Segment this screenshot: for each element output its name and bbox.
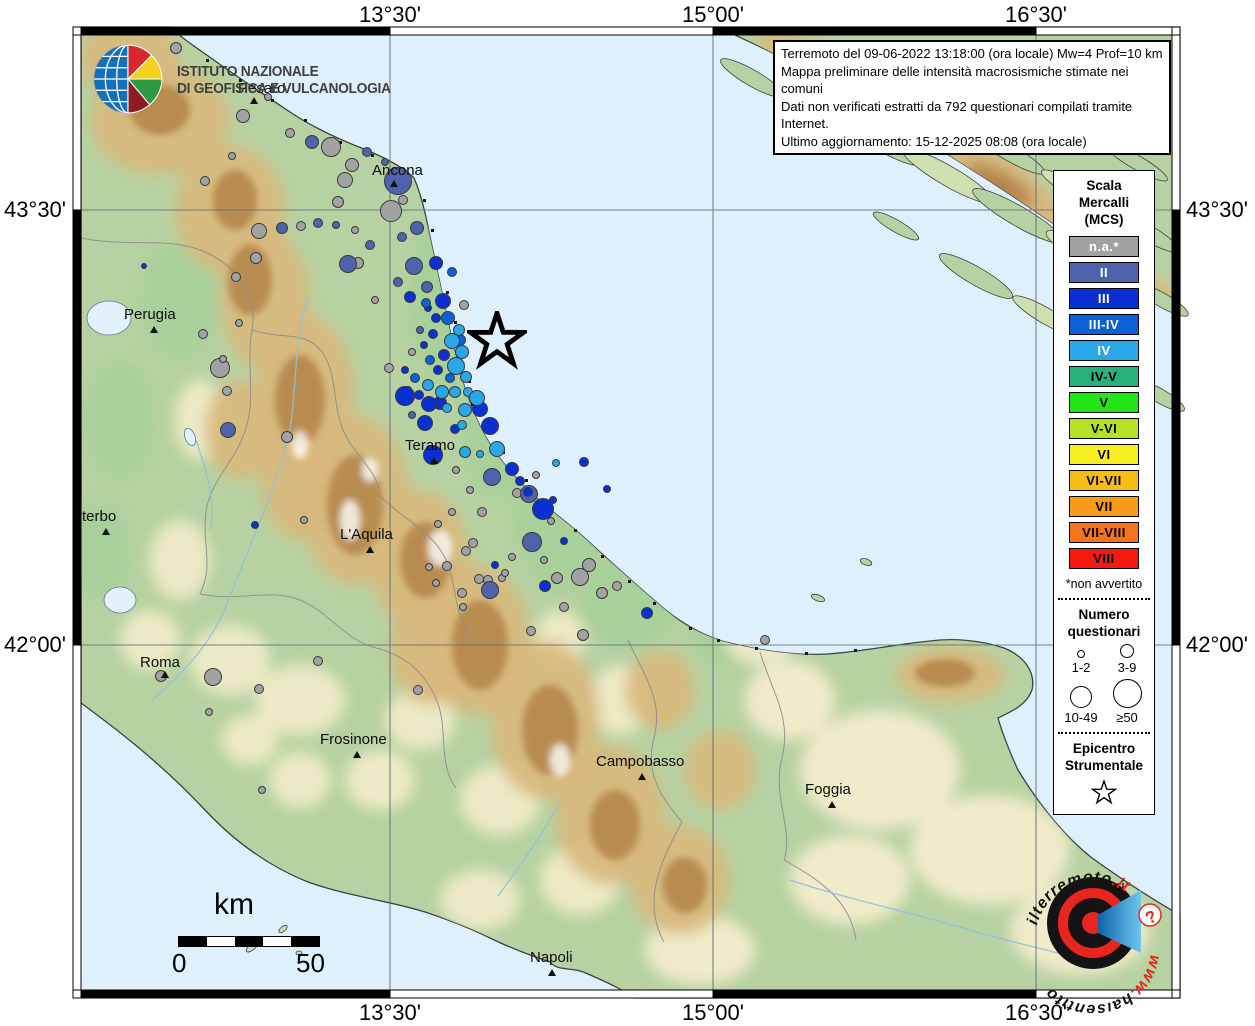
axis-label-right: 42°00' — [1186, 632, 1248, 658]
event-info-line: Mappa preliminare delle intensità macros… — [781, 63, 1163, 98]
legend-class-n-a--: n.a.* — [1069, 236, 1139, 257]
city-marker — [548, 969, 556, 976]
haisentitoilterremoto-logo: ? ilterremoto.it www.haisentito — [1018, 845, 1180, 1013]
legend-size-item: 3-9 — [1105, 644, 1149, 675]
city-label-napoli: Napoli — [530, 949, 573, 966]
city-marker — [638, 773, 646, 780]
city-marker — [366, 546, 374, 553]
axis-label-top: 15°00' — [682, 2, 744, 28]
city-marker — [250, 97, 258, 104]
legend-class-iii: III — [1069, 288, 1139, 309]
scale-bar-segments — [178, 936, 320, 947]
legend-class-vi: VI — [1069, 444, 1139, 465]
legend-epicenter-title: EpicentroStrumentale — [1065, 740, 1143, 774]
legend-size-scale: 1-2 3-9 10-49 ≥50 — [1059, 644, 1149, 725]
scale-bar-end: 50 — [296, 948, 325, 979]
axis-label-top: 13°30' — [359, 2, 421, 28]
legend-class-v: V — [1069, 392, 1139, 413]
legend-class-iii-iv: III-IV — [1069, 314, 1139, 335]
legend-size-label: ≥50 — [1116, 710, 1138, 725]
legend-size-circle — [1113, 679, 1142, 708]
legend-title-line: (MCS) — [1079, 211, 1129, 228]
wm-bottom-red: www. — [1126, 953, 1163, 1002]
legend-divider — [1058, 598, 1150, 600]
legend-class-iv-v: IV-V — [1069, 366, 1139, 387]
legend-class-v-vi: V-VI — [1069, 418, 1139, 439]
legend-questionnaire-title-line: questionari — [1068, 623, 1141, 640]
ingv-line1: ISTITUTO NAZIONALE — [177, 64, 391, 81]
event-info-box: Terremoto del 09-06-2022 13:18:00 (ora l… — [773, 40, 1171, 155]
legend-size-label: 3-9 — [1118, 660, 1137, 675]
legend-class-iv: IV — [1069, 340, 1139, 361]
legend-epicenter-star-icon — [1091, 780, 1117, 806]
ingv-line2: DI GEOFISICA E VULCANOLOGIA — [177, 81, 391, 98]
event-info-line: Terremoto del 09-06-2022 13:18:00 (ora l… — [781, 45, 1163, 63]
axis-label-left: 42°00' — [0, 632, 66, 658]
scale-bar-start: 0 — [172, 948, 186, 979]
legend-size-item: 10-49 — [1059, 679, 1103, 725]
legend-questionnaire-title: Numeroquestionari — [1068, 606, 1141, 640]
city-marker — [150, 326, 158, 333]
legend-class-viii: VIII — [1069, 548, 1139, 569]
legend-title: ScalaMercalli(MCS) — [1079, 177, 1129, 228]
legend-size-circle — [1120, 644, 1134, 658]
wm-bottom-black: haisentito — [1042, 984, 1136, 1013]
city-marker — [161, 671, 169, 678]
legend-size-item: ≥50 — [1105, 679, 1149, 725]
city-label-laquila: L'Aquila — [340, 526, 393, 543]
axis-label-bottom: 13°30' — [359, 1000, 421, 1026]
axis-label-top: 16°30' — [1005, 2, 1067, 28]
legend-class-vii: VII — [1069, 496, 1139, 517]
legend-title-line: Mercalli — [1079, 194, 1129, 211]
city-marker — [390, 180, 398, 187]
legend-epicenter-title-line: Strumentale — [1065, 757, 1143, 774]
axis-label-right: 43°30' — [1186, 197, 1248, 223]
legend-divider-2 — [1058, 732, 1150, 734]
legend-class-vi-vii: VI-VII — [1069, 470, 1139, 491]
city-label-foggia: Foggia — [805, 781, 851, 798]
scale-bar-unit: km — [214, 888, 254, 922]
legend-size-item: 1-2 — [1059, 644, 1103, 675]
ingv-logo-text: ISTITUTO NAZIONALE DI GEOFISICA E VULCAN… — [177, 64, 391, 98]
axis-label-left: 43°30' — [0, 197, 66, 223]
legend-size-label: 1-2 — [1072, 660, 1091, 675]
legend-footnote: *non avvertito — [1066, 577, 1142, 591]
legend-class-ii: II — [1069, 262, 1139, 283]
city-marker — [430, 457, 438, 464]
legend-epicenter-title-line: Epicentro — [1065, 740, 1143, 757]
axis-label-bottom: 15°00' — [682, 1000, 744, 1026]
event-info-line: Dati non verificati estratti da 792 ques… — [781, 98, 1163, 133]
city-marker — [102, 528, 110, 535]
legend-size-label: 10-49 — [1064, 710, 1097, 725]
legend-panel: ScalaMercalli(MCS) n.a.*IIIIIIII-IVIVIV-… — [1053, 170, 1155, 815]
city-label-ancona: Ancona — [372, 162, 423, 179]
event-info-line: Ultimo aggiornamento: 15-12-2025 08:08 (… — [781, 133, 1163, 151]
legend-questionnaire-title-line: Numero — [1068, 606, 1141, 623]
legend-class-vii-viii: VII-VIII — [1069, 522, 1139, 543]
city-label-roma: Roma — [140, 654, 180, 671]
legend-size-circle — [1077, 650, 1085, 658]
ingv-logo-icon — [92, 43, 164, 115]
city-label-campobasso: Campobasso — [596, 753, 684, 770]
city-label-frosinone: Frosinone — [320, 731, 387, 748]
city-marker — [353, 751, 361, 758]
city-marker — [828, 801, 836, 808]
legend-title-line: Scala — [1079, 177, 1129, 194]
legend-intensity-scale: n.a.*IIIIIIII-IVIVIV-VVV-VIVIVI-VIIVIIVI… — [1069, 236, 1139, 569]
city-label-perugia: Perugia — [124, 306, 176, 323]
legend-size-circle — [1070, 686, 1092, 708]
city-label-teramo: Teramo — [405, 437, 455, 454]
city-label-terbo: terbo — [82, 508, 116, 525]
